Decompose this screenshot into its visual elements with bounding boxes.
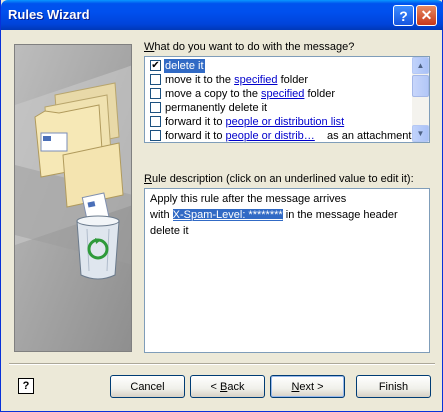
- down-arrow-icon: ▼: [416, 129, 425, 138]
- specified-folder-link[interactable]: specified: [234, 74, 277, 86]
- description-line: Apply this rule after the message arrive…: [150, 193, 347, 205]
- close-button[interactable]: ✕: [416, 5, 437, 26]
- close-icon: ✕: [420, 7, 433, 23]
- title-help-button[interactable]: ?: [393, 5, 414, 26]
- back-button[interactable]: < Back: [190, 375, 265, 398]
- action-label: forward it to people or distrib… as an a…: [165, 130, 412, 142]
- help-icon[interactable]: ?: [18, 378, 34, 394]
- action-label: delete it: [164, 59, 205, 73]
- question-mark-icon: ?: [399, 7, 408, 24]
- folders-and-recycle-bin-icon: [15, 45, 131, 351]
- rule-description-box: Apply this rule after the message arrive…: [144, 188, 430, 353]
- action-item-copy-to-folder[interactable]: move a copy to the specified folder: [147, 87, 413, 101]
- checkbox-checked[interactable]: ✔: [150, 60, 161, 71]
- finish-button[interactable]: Finish: [356, 375, 431, 398]
- window-title: Rules Wizard: [8, 7, 90, 22]
- checkbox[interactable]: [150, 130, 161, 141]
- scroll-up-button[interactable]: ▲: [412, 57, 429, 74]
- checkbox[interactable]: [150, 102, 161, 113]
- rules-wizard-window: Rules Wizard ? ✕ What do you want to do …: [0, 0, 443, 412]
- next-button[interactable]: Next >: [270, 375, 345, 398]
- title-bar[interactable]: Rules Wizard ? ✕: [1, 0, 443, 30]
- action-item-forward[interactable]: forward it to people or distribution lis…: [147, 115, 413, 129]
- action-item-move-to-folder[interactable]: move it to the specified folder: [147, 73, 413, 87]
- rule-description-label: Rule description (click on an underlined…: [144, 173, 414, 185]
- cancel-button[interactable]: Cancel: [110, 375, 185, 398]
- action-item-delete[interactable]: ✔ delete it: [147, 59, 413, 73]
- specified-folder-link[interactable]: specified: [261, 88, 304, 100]
- scroll-down-button[interactable]: ▼: [412, 125, 429, 142]
- description-line: delete it: [150, 225, 189, 237]
- action-question-label: What do you want to do with the message?: [144, 41, 355, 53]
- action-label: forward it to people or distribution lis…: [165, 116, 345, 128]
- action-item-forward-attachment[interactable]: forward it to people or distrib… as an a…: [147, 129, 413, 142]
- action-item-permanently-delete[interactable]: permanently delete it: [147, 101, 413, 115]
- people-list-link[interactable]: people or distribution list: [226, 116, 345, 128]
- scroll-thumb[interactable]: [412, 75, 429, 97]
- header-value-link[interactable]: X-Spam-Level: ********: [172, 209, 283, 221]
- action-label: permanently delete it: [165, 102, 268, 114]
- up-arrow-icon: ▲: [416, 61, 425, 70]
- separator: [9, 363, 435, 365]
- checkbox[interactable]: [150, 74, 161, 85]
- checkbox[interactable]: [150, 116, 161, 127]
- people-list-link[interactable]: people or distrib…: [226, 130, 315, 142]
- description-line: with X-Spam-Level: ******** in the messa…: [150, 209, 398, 221]
- action-label: move a copy to the specified folder: [165, 88, 335, 100]
- actions-list[interactable]: ✔ delete it move it to the specified fol…: [144, 56, 430, 143]
- action-label: move it to the specified folder: [165, 74, 309, 86]
- wizard-illustration: [14, 44, 132, 352]
- actions-scrollbar[interactable]: ▲ ▼: [412, 57, 429, 142]
- checkbox[interactable]: [150, 88, 161, 99]
